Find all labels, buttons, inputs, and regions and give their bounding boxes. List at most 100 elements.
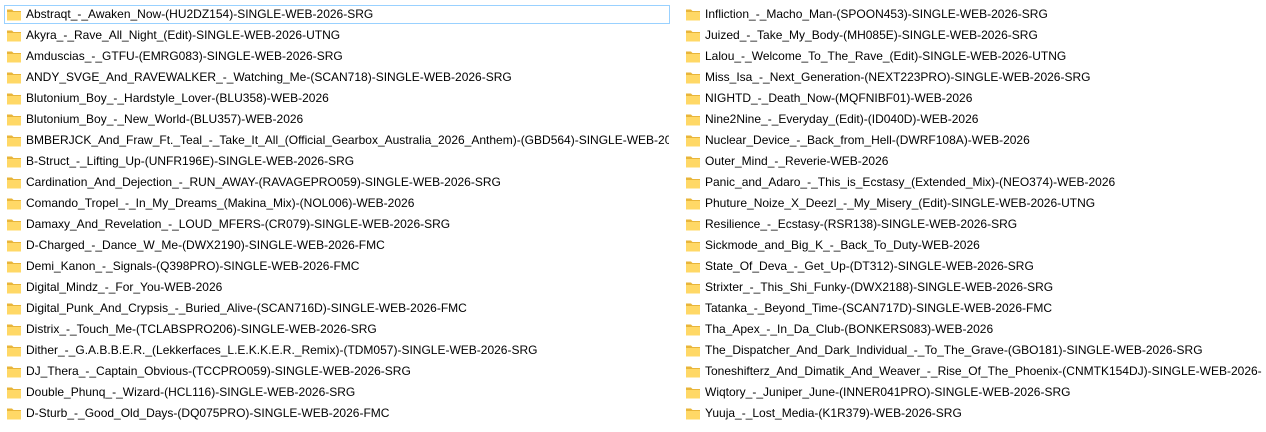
folder-item[interactable]: Demi_Kanon_-_Signals-(Q398PRO)-SINGLE-WE…	[4, 257, 670, 276]
folder-name: Distrix_-_Touch_Me-(TCLABSPRO206)-SINGLE…	[26, 322, 377, 336]
folder-item[interactable]: D-Sturb_-_Good_Old_Days-(DQ075PRO)-SINGL…	[4, 404, 670, 423]
folder-name: ANDY_SVGE_And_RAVEWALKER_-_Watching_Me-(…	[26, 70, 512, 84]
folder-item[interactable]: Sickmode_and_Big_K_-_Back_To_Duty-WEB-20…	[683, 236, 1263, 255]
folder-item[interactable]: Panic_and_Adaro_-_This_is_Ecstasy_(Exten…	[683, 173, 1263, 192]
folder-icon	[685, 281, 701, 295]
folder-item[interactable]: State_Of_Deva_-_Get_Up-(DT312)-SINGLE-WE…	[683, 257, 1263, 276]
folder-icon	[6, 50, 22, 64]
folder-name: Lalou_-_Welcome_To_The_Rave_(Edit)-SINGL…	[705, 49, 1067, 63]
folder-name: Tha_Apex_-_In_Da_Club-(BONKERS083)-WEB-2…	[705, 322, 994, 336]
folder-item[interactable]: Resilience_-_Ecstasy-(RSR138)-SINGLE-WEB…	[683, 215, 1263, 234]
folder-icon	[6, 92, 22, 106]
folder-icon	[685, 386, 701, 400]
folder-icon	[685, 365, 701, 379]
folder-item[interactable]: Abstraqt_-_Awaken_Now-(HU2DZ154)-SINGLE-…	[4, 5, 670, 24]
folder-name: Infliction_-_Macho_Man-(SPOON453)-SINGLE…	[705, 7, 1048, 21]
folder-name: Yuuja_-_Lost_Media-(K1R379)-WEB-2026-SRG	[705, 406, 962, 420]
folder-icon	[6, 386, 22, 400]
folder-icon	[6, 71, 22, 85]
folder-item[interactable]: Wiqtory_-_Juniper_June-(INNER041PRO)-SIN…	[683, 383, 1263, 402]
folder-name: Sickmode_and_Big_K_-_Back_To_Duty-WEB-20…	[705, 238, 980, 252]
folder-item[interactable]: The_Dispatcher_And_Dark_Individual_-_To_…	[683, 341, 1263, 360]
folder-item[interactable]: Outer_Mind_-_Reverie-WEB-2026	[683, 152, 1263, 171]
folder-icon	[685, 134, 701, 148]
folder-name: Digital_Mindz_-_For_You-WEB-2026	[26, 280, 223, 294]
file-list-view: Abstraqt_-_Awaken_Now-(HU2DZ154)-SINGLE-…	[0, 0, 1266, 432]
folder-icon	[685, 8, 701, 22]
folder-icon	[6, 365, 22, 379]
folder-icon	[6, 29, 22, 43]
folder-item[interactable]: Digital_Mindz_-_For_You-WEB-2026	[4, 278, 670, 297]
folder-item[interactable]: Digital_Punk_And_Crypsis_-_Buried_Alive-…	[4, 299, 670, 318]
folder-item[interactable]: Comando_Tropel_-_In_My_Dreams_(Makina_Mi…	[4, 194, 670, 213]
folder-icon	[6, 134, 22, 148]
folder-icon	[6, 302, 22, 316]
folder-icon	[6, 218, 22, 232]
folder-icon	[685, 50, 701, 64]
folder-name: Tatanka_-_Beyond_Time-(SCAN717D)-SINGLE-…	[705, 301, 1053, 315]
folder-name: Amduscias_-_GTFU-(EMRG083)-SINGLE-WEB-20…	[26, 49, 343, 63]
folder-icon	[685, 323, 701, 337]
folder-name: State_Of_Deva_-_Get_Up-(DT312)-SINGLE-WE…	[705, 259, 1034, 273]
folder-item[interactable]: Blutonium_Boy_-_Hardstyle_Lover-(BLU358)…	[4, 89, 670, 108]
folder-item[interactable]: Distrix_-_Touch_Me-(TCLABSPRO206)-SINGLE…	[4, 320, 670, 339]
folder-icon	[685, 155, 701, 169]
folder-icon	[685, 302, 701, 316]
folder-icon	[6, 8, 22, 22]
folder-name: Miss_Isa_-_Next_Generation-(NEXT223PRO)-…	[705, 70, 1091, 84]
folder-icon	[6, 260, 22, 274]
folder-icon	[685, 71, 701, 85]
folder-item[interactable]: Toneshifterz_And_Dimatik_And_Weaver_-_Ri…	[683, 362, 1263, 381]
folder-name: Outer_Mind_-_Reverie-WEB-2026	[705, 154, 889, 168]
folder-item[interactable]: Amduscias_-_GTFU-(EMRG083)-SINGLE-WEB-20…	[4, 47, 670, 66]
folder-item[interactable]: Lalou_-_Welcome_To_The_Rave_(Edit)-SINGL…	[683, 47, 1263, 66]
file-column-left: Abstraqt_-_Awaken_Now-(HU2DZ154)-SINGLE-…	[4, 5, 670, 425]
file-column-right: Infliction_-_Macho_Man-(SPOON453)-SINGLE…	[683, 5, 1263, 425]
folder-item[interactable]: Damaxy_And_Revelation_-_LOUD_MFERS-(CR07…	[4, 215, 670, 234]
folder-item[interactable]: Tha_Apex_-_In_Da_Club-(BONKERS083)-WEB-2…	[683, 320, 1263, 339]
folder-item[interactable]: Akyra_-_Rave_All_Night_(Edit)-SINGLE-WEB…	[4, 26, 670, 45]
folder-item[interactable]: ANDY_SVGE_And_RAVEWALKER_-_Watching_Me-(…	[4, 68, 670, 87]
folder-icon	[6, 239, 22, 253]
folder-icon	[685, 197, 701, 211]
folder-item[interactable]: Infliction_-_Macho_Man-(SPOON453)-SINGLE…	[683, 5, 1263, 24]
folder-name: Strixter_-_This_Shi_Funky-(DWX2188)-SING…	[705, 280, 1054, 294]
folder-icon	[6, 176, 22, 190]
folder-name: Abstraqt_-_Awaken_Now-(HU2DZ154)-SINGLE-…	[26, 7, 374, 21]
folder-name: Phuture_Noize_X_Deezl_-_My_Misery_(Edit)…	[705, 196, 1096, 210]
folder-icon	[6, 281, 22, 295]
folder-name: Dither_-_G.A.B.B.E.R._(Lekkerfaces_L.E.K…	[26, 343, 538, 357]
folder-item[interactable]: Dither_-_G.A.B.B.E.R._(Lekkerfaces_L.E.K…	[4, 341, 670, 360]
folder-item[interactable]: Blutonium_Boy_-_New_World-(BLU357)-WEB-2…	[4, 110, 670, 129]
folder-name: Demi_Kanon_-_Signals-(Q398PRO)-SINGLE-WE…	[26, 259, 360, 273]
folder-name: Blutonium_Boy_-_Hardstyle_Lover-(BLU358)…	[26, 91, 329, 105]
folder-icon	[6, 344, 22, 358]
folder-item[interactable]: BMBERJCK_And_Fraw_Ft._Teal_-_Take_It_All…	[4, 131, 670, 150]
folder-item[interactable]: B-Struct_-_Lifting_Up-(UNFR196E)-SINGLE-…	[4, 152, 670, 171]
folder-item[interactable]: D-Charged_-_Dance_W_Me-(DWX2190)-SINGLE-…	[4, 236, 670, 255]
folder-item[interactable]: Strixter_-_This_Shi_Funky-(DWX2188)-SING…	[683, 278, 1263, 297]
folder-icon	[6, 197, 22, 211]
folder-name: Nuclear_Device_-_Back_from_Hell-(DWRF108…	[705, 133, 1030, 147]
folder-item[interactable]: NIGHTD_-_Death_Now-(MQFNIBF01)-WEB-2026	[683, 89, 1263, 108]
folder-item[interactable]: Yuuja_-_Lost_Media-(K1R379)-WEB-2026-SRG	[683, 404, 1263, 423]
folder-icon	[6, 113, 22, 127]
folder-item[interactable]: Phuture_Noize_X_Deezl_-_My_Misery_(Edit)…	[683, 194, 1263, 213]
folder-item[interactable]: Juized_-_Take_My_Body-(MH085E)-SINGLE-WE…	[683, 26, 1263, 45]
folder-name: Resilience_-_Ecstasy-(RSR138)-SINGLE-WEB…	[705, 217, 1018, 231]
folder-item[interactable]: Miss_Isa_-_Next_Generation-(NEXT223PRO)-…	[683, 68, 1263, 87]
folder-item[interactable]: Nine2Nine_-_Everyday_(Edit)-(ID040D)-WEB…	[683, 110, 1263, 129]
folder-name: B-Struct_-_Lifting_Up-(UNFR196E)-SINGLE-…	[26, 154, 355, 168]
folder-item[interactable]: DJ_Thera_-_Captain_Obvious-(TCCPRO059)-S…	[4, 362, 670, 381]
folder-name: Damaxy_And_Revelation_-_LOUD_MFERS-(CR07…	[26, 217, 451, 231]
folder-item[interactable]: Tatanka_-_Beyond_Time-(SCAN717D)-SINGLE-…	[683, 299, 1263, 318]
folder-name: NIGHTD_-_Death_Now-(MQFNIBF01)-WEB-2026	[705, 91, 973, 105]
folder-icon	[685, 218, 701, 232]
folder-item[interactable]: Nuclear_Device_-_Back_from_Hell-(DWRF108…	[683, 131, 1263, 150]
folder-icon	[685, 176, 701, 190]
folder-item[interactable]: Double_Phunq_-_Wizard-(HCL116)-SINGLE-WE…	[4, 383, 670, 402]
folder-name: DJ_Thera_-_Captain_Obvious-(TCCPRO059)-S…	[26, 364, 411, 378]
folder-icon	[6, 155, 22, 169]
folder-name: Wiqtory_-_Juniper_June-(INNER041PRO)-SIN…	[705, 385, 1071, 399]
folder-item[interactable]: Cardination_And_Dejection_-_RUN_AWAY-(RA…	[4, 173, 670, 192]
